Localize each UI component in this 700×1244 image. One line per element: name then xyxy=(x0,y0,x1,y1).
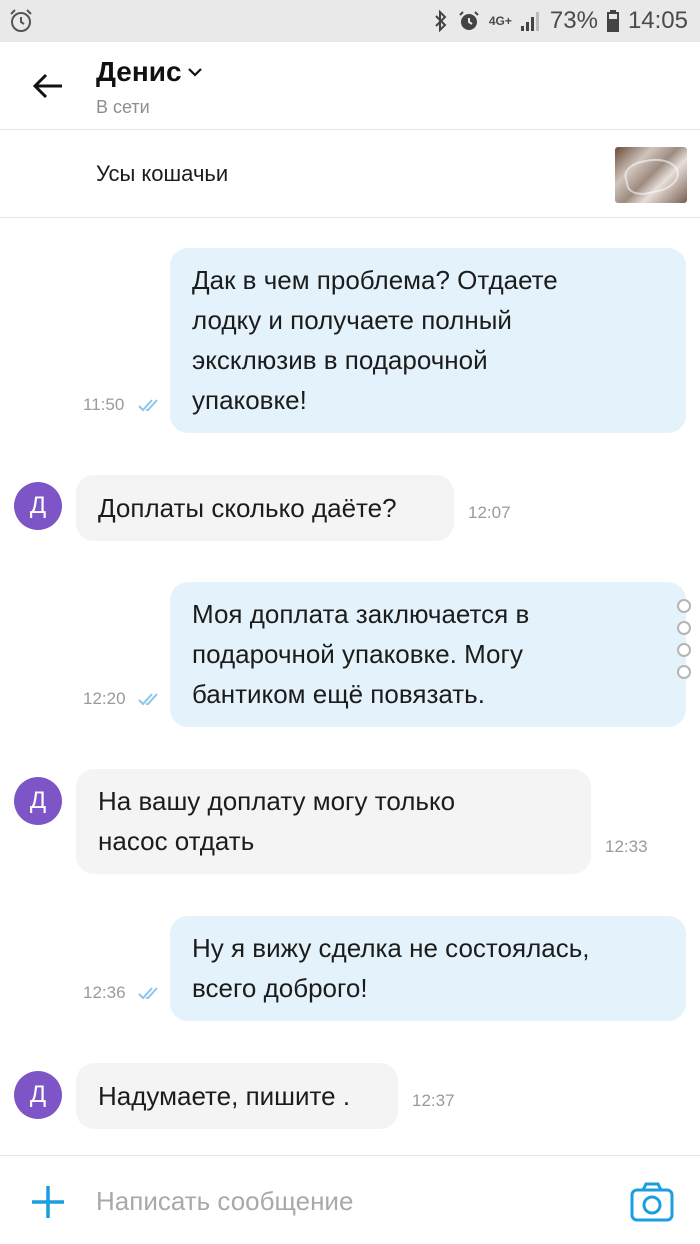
attach-button[interactable] xyxy=(28,1182,68,1222)
contact-name-label: Денис xyxy=(96,56,182,87)
message-time: 11:50 xyxy=(83,395,125,414)
chevron-down-icon xyxy=(187,68,202,77)
status-bar: 4G+ 73% 14:05 xyxy=(0,0,700,42)
message-time: 12:33 xyxy=(605,837,648,856)
camera-button[interactable] xyxy=(629,1180,675,1224)
message-line: На вашу доплату могу только xyxy=(98,786,456,816)
scroll-dot xyxy=(677,599,691,613)
incoming-message[interactable]: Надумаете, пишите . xyxy=(76,1063,398,1129)
scroll-dot xyxy=(677,665,691,679)
alarm-icon xyxy=(8,8,34,34)
message-time: 12:37 xyxy=(412,1091,455,1110)
outgoing-message[interactable]: Моя доплата заключается в подарочной упа… xyxy=(170,582,686,727)
avatar-initial: Д xyxy=(29,787,47,814)
avatar[interactable]: Д xyxy=(14,1071,62,1119)
listing-thumbnail[interactable] xyxy=(615,147,687,203)
message-line: эксклюзив в подарочной xyxy=(192,345,488,375)
listing-title: Усы кошачьи xyxy=(96,161,229,186)
message-time: 12:36 xyxy=(83,983,126,1002)
message-list[interactable]: Дак в чем проблема? Отдаете лодку и полу… xyxy=(0,219,700,1155)
contact-name[interactable]: Денис xyxy=(96,56,202,88)
message-line: лодку и получаете полный xyxy=(192,305,512,335)
message-line: Надумаете, пишите . xyxy=(98,1081,351,1111)
read-ticks-icon xyxy=(138,399,158,412)
message-line: подарочной упаковке. Могу xyxy=(192,639,524,669)
plus-icon xyxy=(32,1186,64,1218)
incoming-message[interactable]: На вашу доплату могу только насос отдать xyxy=(76,769,591,874)
message-line: упаковке! xyxy=(192,385,307,415)
message-line: Ну я вижу сделка не состоялась, xyxy=(192,933,590,963)
message-input[interactable] xyxy=(96,1178,596,1224)
avatar[interactable]: Д xyxy=(14,777,62,825)
alarm-clock-icon xyxy=(457,9,481,33)
message-line: всего доброго! xyxy=(192,973,368,1003)
signal-icon xyxy=(520,10,542,32)
incoming-message[interactable]: Доплаты сколько даёте? xyxy=(76,475,454,541)
outgoing-message[interactable]: Дак в чем проблема? Отдаете лодку и полу… xyxy=(170,248,686,433)
back-button[interactable] xyxy=(26,64,70,108)
camera-icon xyxy=(630,1182,674,1222)
avatar-initial: Д xyxy=(29,492,47,519)
message-line: Доплаты сколько даёте? xyxy=(98,493,397,523)
read-ticks-icon xyxy=(138,987,158,1000)
battery-percent: 73% xyxy=(549,7,598,34)
avatar-initial: Д xyxy=(29,1081,47,1108)
arrow-left-icon xyxy=(32,73,62,99)
message-line: Дак в чем проблема? Отдаете xyxy=(192,265,558,295)
message-time: 12:07 xyxy=(468,503,511,522)
clock: 14:05 xyxy=(627,7,688,34)
scroll-dot xyxy=(677,643,691,657)
message-line: насос отдать xyxy=(98,826,255,856)
scroll-indicator[interactable] xyxy=(677,599,693,687)
read-ticks-icon xyxy=(138,693,158,706)
message-line: бантиком ещё повязать. xyxy=(192,679,485,709)
bluetooth-icon xyxy=(433,9,449,33)
listing-bar[interactable]: Усы кошачьи xyxy=(0,131,700,218)
battery-icon xyxy=(606,9,620,33)
outgoing-message[interactable]: Ну я вижу сделка не состоялась, всего до… xyxy=(170,916,686,1021)
contact-status: В сети xyxy=(96,97,150,117)
scroll-dot xyxy=(677,621,691,635)
message-line: Моя доплата заключается в xyxy=(192,599,530,629)
message-composer xyxy=(0,1155,700,1244)
message-time: 12:20 xyxy=(83,689,126,708)
chat-header: Денис В сети xyxy=(0,42,700,130)
avatar[interactable]: Д xyxy=(14,482,62,530)
network-type: 4G+ xyxy=(488,14,512,28)
